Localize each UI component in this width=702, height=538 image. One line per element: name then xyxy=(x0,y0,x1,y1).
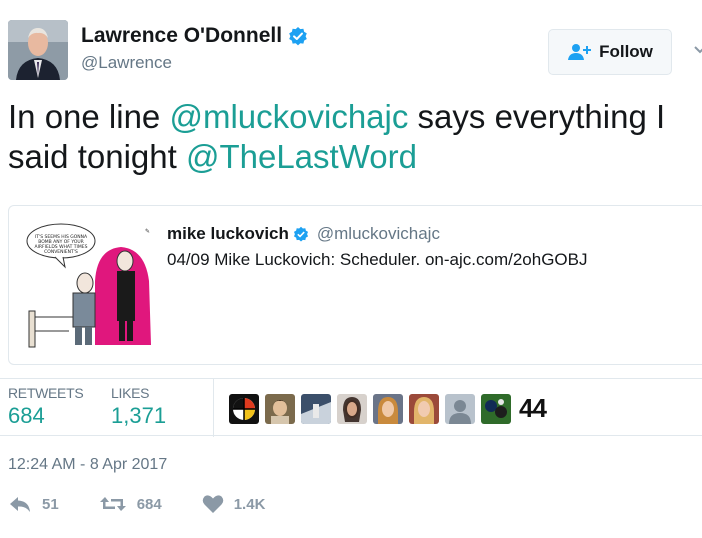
likes-label: LIKES xyxy=(111,385,150,401)
like-button[interactable]: 1.4K xyxy=(202,494,266,514)
tweet-header: Lawrence O'Donnell @Lawrence Follow xyxy=(8,20,702,84)
follow-button[interactable]: Follow xyxy=(548,29,672,75)
stats-divider xyxy=(213,379,214,437)
cartoon-image[interactable]: IT'S SEEMS HIS GONNA BOMB ANY OF YOUR AI… xyxy=(25,221,153,351)
liker-avatar[interactable] xyxy=(265,393,295,424)
likers-more-count[interactable]: 44 xyxy=(519,393,547,424)
tweet-actions: 51 684 1.4K xyxy=(8,494,305,514)
retweets-stat[interactable]: RETWEETS 684 xyxy=(8,385,84,429)
text-part: says everything I xyxy=(408,98,666,135)
like-count: 1.4K xyxy=(233,495,266,513)
reply-button[interactable]: 51 xyxy=(8,495,59,513)
text-part: said tonight xyxy=(8,138,186,175)
heart-icon xyxy=(202,495,223,513)
retweet-icon xyxy=(99,497,126,511)
mention-link[interactable]: @TheLastWord xyxy=(186,138,417,175)
retweets-value[interactable]: 684 xyxy=(8,403,83,429)
tweet-timestamp[interactable]: 12:24 AM - 8 Apr 2017 xyxy=(8,456,167,474)
liker-avatar[interactable] xyxy=(481,393,511,424)
quoted-author[interactable]: mike luckovich @mluckovichajc xyxy=(167,224,440,244)
follow-label: Follow xyxy=(599,42,653,61)
likers-avatars: 44 xyxy=(229,393,547,424)
svg-text:✎: ✎ xyxy=(145,228,150,235)
quoted-tweet[interactable]: IT'S SEEMS HIS GONNA BOMB ANY OF YOUR AI… xyxy=(8,205,702,365)
liker-avatar[interactable] xyxy=(301,393,331,424)
follow-person-icon xyxy=(568,44,592,60)
quoted-tweet-text: 04/09 Mike Luckovich: Scheduler. on-ajc.… xyxy=(167,250,588,269)
likes-stat[interactable]: LIKES 1,371 xyxy=(111,385,166,429)
retweet-count: 684 xyxy=(136,495,162,513)
liker-avatar[interactable] xyxy=(229,393,259,424)
retweets-label: RETWEETS xyxy=(8,385,84,401)
tweet-text: In one line @mluckovichajc says everythi… xyxy=(8,97,702,177)
retweet-button[interactable]: 684 xyxy=(99,495,162,513)
liker-avatar[interactable] xyxy=(373,393,403,424)
reply-icon xyxy=(10,497,30,512)
author-name[interactable]: Lawrence O'Donnell xyxy=(81,24,308,48)
verified-icon xyxy=(289,27,307,46)
author-name-text[interactable]: Lawrence O'Donnell xyxy=(81,24,282,48)
liker-avatar[interactable] xyxy=(445,393,475,424)
liker-avatar[interactable] xyxy=(337,393,367,424)
mention-link[interactable]: @mluckovichajc xyxy=(169,98,408,135)
reply-count: 51 xyxy=(42,495,59,513)
text-part: In one line xyxy=(8,98,170,135)
author-avatar[interactable] xyxy=(8,20,68,80)
quoted-author-name[interactable]: mike luckovich xyxy=(167,224,289,244)
svg-text:CONVENIENT'S: CONVENIENT'S xyxy=(44,249,78,255)
verified-icon xyxy=(293,226,308,242)
chevron-down-icon[interactable] xyxy=(692,42,702,58)
liker-avatar[interactable] xyxy=(409,393,439,424)
likes-value[interactable]: 1,371 xyxy=(111,403,166,429)
quoted-author-handle[interactable]: @mluckovichajc xyxy=(317,224,440,244)
author-handle[interactable]: @Lawrence xyxy=(81,53,172,73)
tweet-stats: RETWEETS 684 LIKES 1,371 44 xyxy=(0,378,702,437)
